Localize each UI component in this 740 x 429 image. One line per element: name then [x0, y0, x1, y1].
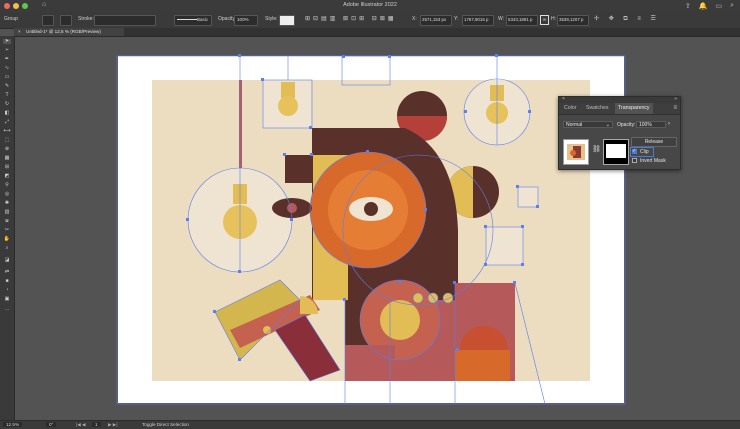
opacity-label: Opacity:	[617, 122, 636, 128]
eye-pupil	[364, 202, 378, 216]
artwork-thumbnail-image	[567, 144, 585, 160]
opacity-mask-thumbnail[interactable]	[603, 139, 629, 165]
lower-inner-circle	[380, 300, 420, 340]
tab-swatches[interactable]: Swatches	[583, 103, 612, 114]
orange-striped-block	[455, 350, 510, 381]
release-button[interactable]: Release	[631, 137, 677, 147]
dot-3	[442, 292, 454, 304]
clip-checkbox-row[interactable]: ✓ Clip	[630, 147, 654, 157]
lower-block	[345, 345, 395, 381]
opacity-field[interactable]: 100%	[636, 121, 666, 128]
opacity-value: 100%	[639, 122, 652, 128]
transparency-panel: × » Color Swatches Transparency ≡ Normal…	[558, 96, 681, 170]
tab-color[interactable]: Color	[561, 103, 579, 114]
link-icon[interactable]: ⛓	[592, 145, 601, 153]
blend-mode-value: Normal	[566, 122, 583, 128]
blend-mode-dropdown[interactable]: Normal ⌄	[563, 121, 613, 128]
lamp-bulb-top	[278, 96, 298, 116]
artboard-number[interactable]: 1	[92, 422, 101, 427]
panel-close-icon[interactable]: ×	[562, 96, 565, 102]
invert-mask-label: Invert Mask	[640, 158, 666, 164]
check-icon: ✓	[632, 148, 637, 154]
invert-mask-checkbox[interactable]	[632, 158, 637, 163]
chevron-down-icon: ⌄	[605, 122, 610, 128]
tab-transparency[interactable]: Transparency	[615, 103, 653, 114]
clip-label: Clip	[640, 149, 649, 155]
artboard-nav-icons[interactable]: |◀ ◀	[76, 422, 86, 428]
panel-menu-icon[interactable]: ≡	[673, 105, 677, 111]
rotation-value[interactable]: 0°	[46, 422, 57, 427]
zoom-level[interactable]: 12.5%	[3, 422, 23, 427]
small-square	[518, 187, 538, 207]
dot-2	[427, 292, 439, 304]
artboard-nav-next-icons[interactable]: ▶ ▶|	[108, 422, 118, 428]
left-eye-iris	[287, 203, 297, 213]
current-tool-status: Toggle Direct Selection	[142, 422, 189, 427]
dot-1	[412, 292, 424, 304]
artwork-thumbnail[interactable]	[563, 139, 589, 165]
opacity-slider-toggle-icon[interactable]: ›	[668, 121, 670, 127]
panel-collapse-icon[interactable]: »	[674, 96, 677, 102]
lamp-socket-top	[281, 82, 295, 98]
brown-block-left	[285, 155, 313, 183]
artwork-canvas[interactable]	[0, 0, 740, 428]
